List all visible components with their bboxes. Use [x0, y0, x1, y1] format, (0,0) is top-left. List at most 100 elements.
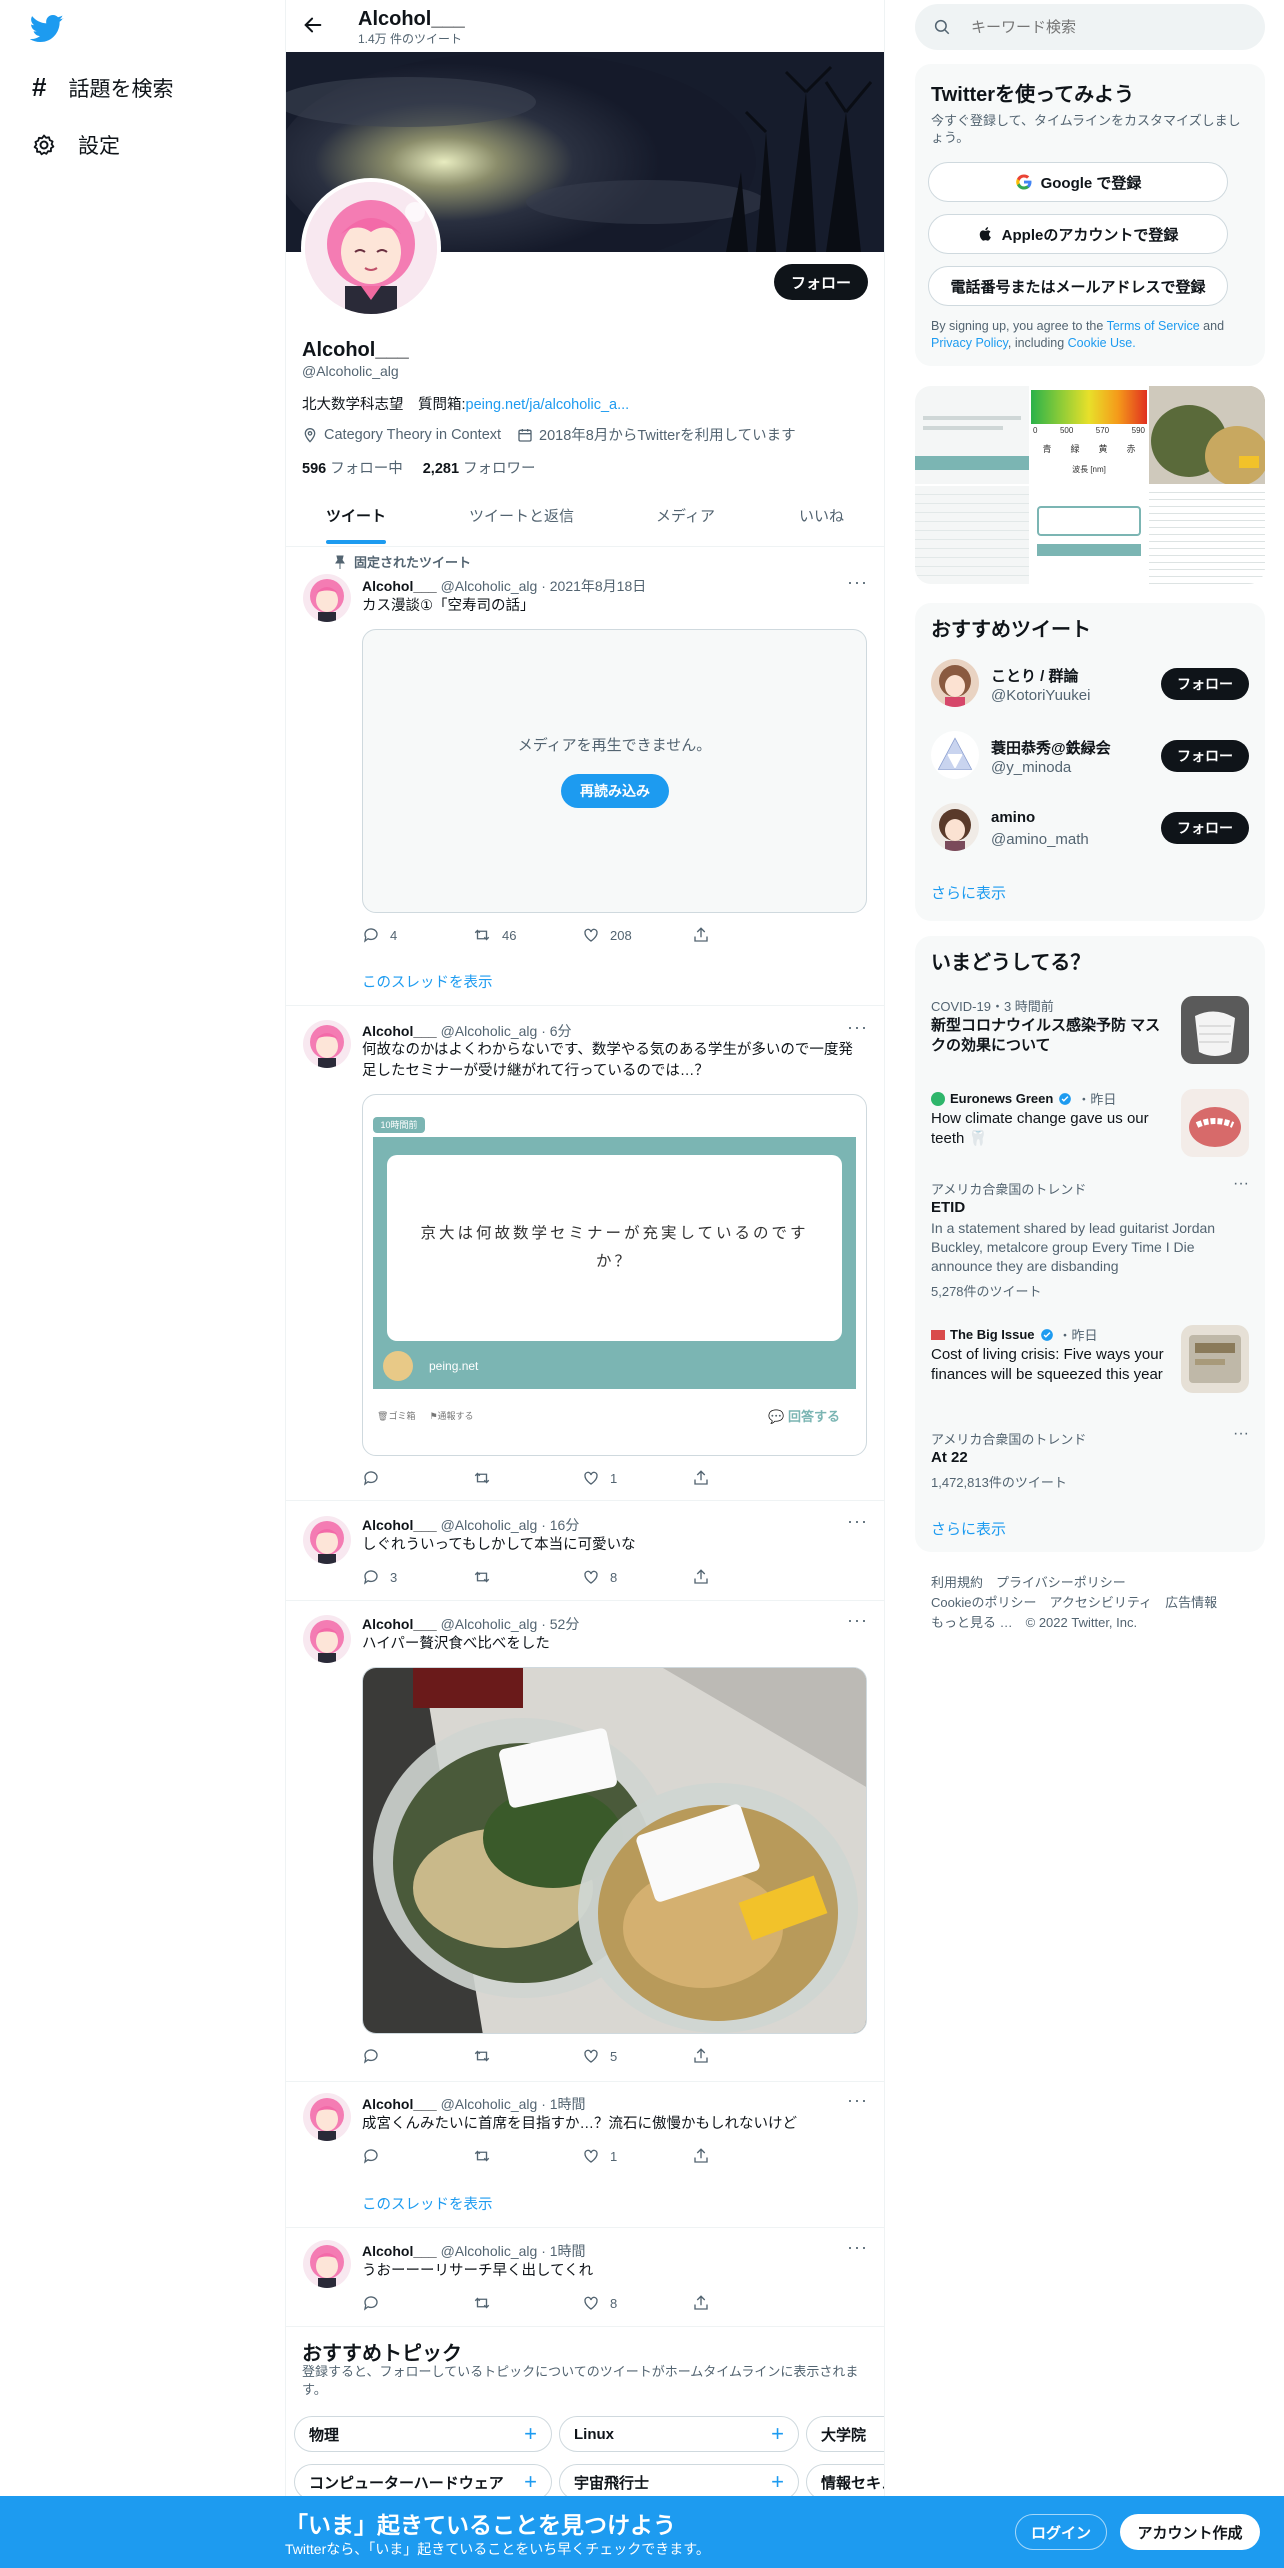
follow-button[interactable]: フォロー	[1161, 740, 1249, 772]
retweet-button[interactable]: 46	[472, 926, 582, 944]
retweet-button[interactable]	[472, 2047, 582, 2065]
following-link[interactable]: 596 フォロー中	[302, 457, 403, 478]
tweet-author-name[interactable]: Alcohol___	[362, 2096, 437, 2112]
share-button[interactable]	[692, 2147, 802, 2165]
follow-button[interactable]: フォロー	[1161, 668, 1249, 700]
follow-button[interactable]: フォロー	[774, 264, 868, 300]
more-options-icon[interactable]: ···	[847, 572, 868, 593]
tab-media[interactable]: メディア	[656, 505, 715, 526]
share-button[interactable]	[692, 2047, 802, 2065]
tweet-author-name[interactable]: Alcohol___	[362, 2243, 437, 2259]
search-input[interactable]	[971, 14, 1241, 40]
tweet-author-name[interactable]: Alcohol___	[362, 1616, 437, 1632]
apple-signup-button[interactable]: Appleのアカウントで登録	[928, 214, 1228, 254]
media-thumb-food[interactable]	[1149, 386, 1265, 484]
bio-link[interactable]: peing.net/ja/alcoholic_a...	[466, 397, 630, 413]
more-options-icon[interactable]: ···	[847, 1017, 868, 1038]
follow-button[interactable]: フォロー	[1161, 812, 1249, 844]
share-button[interactable]	[692, 1568, 802, 1586]
tweet-meta[interactable]: @Alcoholic_alg · 1時間	[441, 2096, 586, 2112]
footer-link[interactable]: プライバシーポリシー	[996, 1575, 1126, 1590]
retweet-button[interactable]	[472, 2147, 582, 2165]
back-arrow-icon[interactable]	[302, 14, 324, 36]
show-thread-link[interactable]: このスレッドを表示	[362, 2193, 493, 2214]
tweet-meta[interactable]: @Alcoholic_alg · 6分	[441, 1023, 572, 1039]
avatar[interactable]	[303, 2240, 351, 2288]
tweet-meta[interactable]: @Alcoholic_alg · 2021年8月18日	[441, 578, 647, 594]
phone-email-signup-button[interactable]: 電話番号またはメールアドレスで登録	[928, 266, 1228, 306]
tweet-meta[interactable]: @Alcoholic_alg · 16分	[441, 1517, 580, 1533]
recommended-user-name[interactable]: amino	[991, 809, 1035, 826]
avatar[interactable]	[303, 1615, 351, 1663]
reply-button[interactable]	[362, 2047, 472, 2065]
privacy-link[interactable]: Privacy Policy	[931, 336, 1008, 350]
retweet-button[interactable]	[472, 2294, 582, 2312]
avatar[interactable]	[303, 2093, 351, 2141]
topic-pill[interactable]: 大学院	[806, 2416, 884, 2452]
more-options-icon[interactable]: ···	[1233, 1175, 1249, 1193]
retweet-button[interactable]	[472, 1469, 582, 1487]
avatar[interactable]	[303, 1020, 351, 1068]
more-options-icon[interactable]: ···	[847, 1610, 868, 1631]
footer-link[interactable]: 広告情報	[1165, 1595, 1217, 1610]
footer-link[interactable]: アクセシビリティ	[1049, 1595, 1152, 1610]
topic-pill[interactable]: Linux +	[559, 2416, 799, 2452]
show-more-link[interactable]: さらに表示	[931, 882, 1006, 903]
retweet-button[interactable]	[472, 1568, 582, 1586]
nav-explore[interactable]: # 話題を検索	[32, 72, 173, 103]
avatar[interactable]	[931, 803, 979, 851]
more-options-icon[interactable]: ···	[847, 1511, 868, 1532]
media-player[interactable]: メディアを再生できません。 再読み込み	[362, 629, 867, 913]
google-signup-button[interactable]: Google で登録	[928, 162, 1228, 202]
footer-link[interactable]: 利用規約	[931, 1575, 983, 1590]
like-button[interactable]: 5	[582, 2047, 692, 2065]
create-account-button[interactable]: アカウント作成	[1120, 2514, 1260, 2550]
login-button[interactable]: ログイン	[1015, 2514, 1107, 2550]
topic-pill[interactable]: コンピューターハードウェア +	[294, 2464, 552, 2496]
like-button[interactable]: 1	[582, 2147, 692, 2165]
footer-link[interactable]: Cookieのポリシー	[931, 1595, 1036, 1610]
more-options-icon[interactable]: ···	[1233, 1425, 1249, 1443]
tweet-meta[interactable]: @Alcoholic_alg · 1時間	[441, 2243, 586, 2259]
share-button[interactable]	[692, 1469, 802, 1487]
avatar[interactable]	[303, 574, 351, 622]
reply-button[interactable]	[362, 1469, 472, 1487]
reload-button[interactable]: 再読み込み	[561, 774, 669, 808]
show-thread-link[interactable]: このスレッドを表示	[362, 971, 493, 992]
twitter-logo-icon[interactable]	[30, 14, 64, 44]
media-thumb[interactable]	[915, 386, 1029, 484]
tweet-photo[interactable]	[362, 1667, 867, 2034]
like-button[interactable]: 8	[582, 1568, 692, 1586]
footer-more-link[interactable]: もっと見る …	[931, 1615, 1013, 1630]
topic-pill[interactable]: 宇宙飛行士 +	[559, 2464, 799, 2496]
avatar[interactable]	[931, 731, 979, 779]
more-options-icon[interactable]: ···	[847, 2090, 868, 2111]
recommended-user-name[interactable]: 蓑田恭秀@鉄緑会	[991, 737, 1111, 758]
cookie-link[interactable]: Cookie Use.	[1068, 336, 1136, 350]
reply-button[interactable]	[362, 2294, 472, 2312]
profile-avatar[interactable]	[301, 178, 441, 318]
tweet-meta[interactable]: @Alcoholic_alg · 52分	[441, 1616, 580, 1632]
recommended-user-name[interactable]: ことり / 群論	[991, 665, 1079, 686]
tweet-author-name[interactable]: Alcohol___	[362, 578, 437, 594]
share-button[interactable]	[692, 2294, 802, 2312]
like-button[interactable]: 1	[582, 1469, 692, 1487]
like-button[interactable]: 208	[582, 926, 692, 944]
media-thumb[interactable]	[1031, 486, 1147, 584]
media-thumb-spectrum[interactable]: 0 500 570 590 青 緑 黄 赤 波長 [nm]	[1031, 386, 1147, 484]
more-options-icon[interactable]: ···	[847, 2237, 868, 2258]
reply-button[interactable]: 4	[362, 926, 472, 944]
topic-pill[interactable]: 情報セキュ	[806, 2464, 884, 2496]
show-more-link[interactable]: さらに表示	[931, 1518, 1006, 1539]
reply-button[interactable]	[362, 2147, 472, 2165]
tab-likes[interactable]: いいね	[799, 505, 844, 526]
tweet-author-name[interactable]: Alcohol___	[362, 1517, 437, 1533]
tab-tweets-replies[interactable]: ツイートと返信	[469, 505, 574, 526]
terms-link[interactable]: Terms of Service	[1107, 319, 1200, 333]
nav-settings[interactable]: 設定	[32, 130, 120, 160]
topic-pill[interactable]: 物理 +	[294, 2416, 552, 2452]
share-button[interactable]	[692, 926, 802, 944]
avatar[interactable]	[303, 1516, 351, 1564]
like-button[interactable]: 8	[582, 2294, 692, 2312]
search-box[interactable]	[915, 4, 1265, 50]
